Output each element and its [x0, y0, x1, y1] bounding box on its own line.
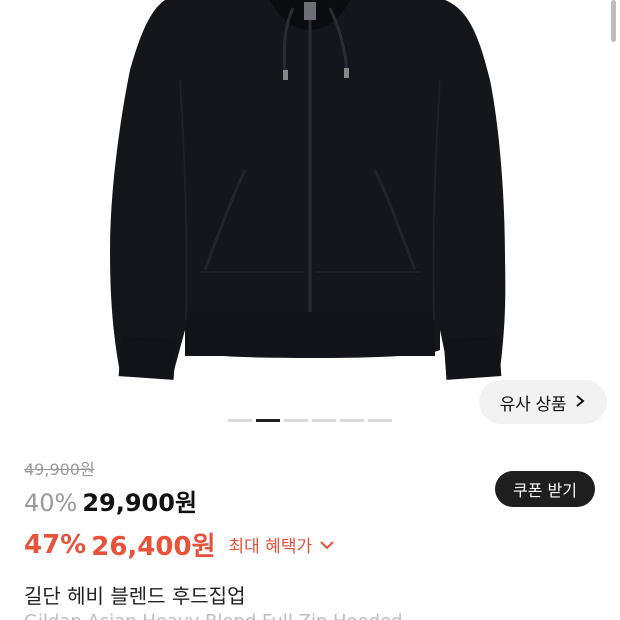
gallery-pagination: [228, 419, 392, 422]
pagination-dot[interactable]: [340, 419, 364, 422]
similar-products-label: 유사 상품: [499, 394, 567, 415]
benefit-percent: 47%: [24, 529, 87, 560]
max-benefit-row[interactable]: 47% 26,400원 최대 혜택가: [24, 526, 335, 563]
chevron-down-icon: [319, 537, 335, 553]
pagination-dot[interactable]: [284, 419, 308, 422]
original-price: 49,900원: [24, 460, 95, 479]
coupon-button[interactable]: 쿠폰 받기: [495, 471, 595, 507]
scrollbar[interactable]: [611, 0, 616, 42]
pagination-dot-active[interactable]: [256, 419, 280, 422]
pagination-dot[interactable]: [312, 419, 336, 422]
similar-products-button[interactable]: 유사 상품: [479, 380, 607, 424]
discount-price: 29,900원: [82, 489, 198, 517]
chevron-right-icon: [574, 393, 586, 412]
benefit-price: 26,400원: [91, 532, 216, 562]
product-title-english: Gildan Asian Heavy Blend Full Zip Hooded: [24, 611, 403, 620]
discount-percent: 40%: [24, 489, 78, 517]
discount-price-row: 40% 29,900원: [24, 483, 197, 518]
pagination-dot[interactable]: [228, 419, 252, 422]
pagination-dot[interactable]: [368, 419, 392, 422]
product-image: [110, 0, 506, 380]
max-benefit-label: 최대 혜택가: [228, 537, 313, 557]
product-title: 길단 헤비 블렌드 후드집업: [24, 584, 246, 608]
product-image-gallery[interactable]: 유사 상품: [0, 0, 620, 440]
